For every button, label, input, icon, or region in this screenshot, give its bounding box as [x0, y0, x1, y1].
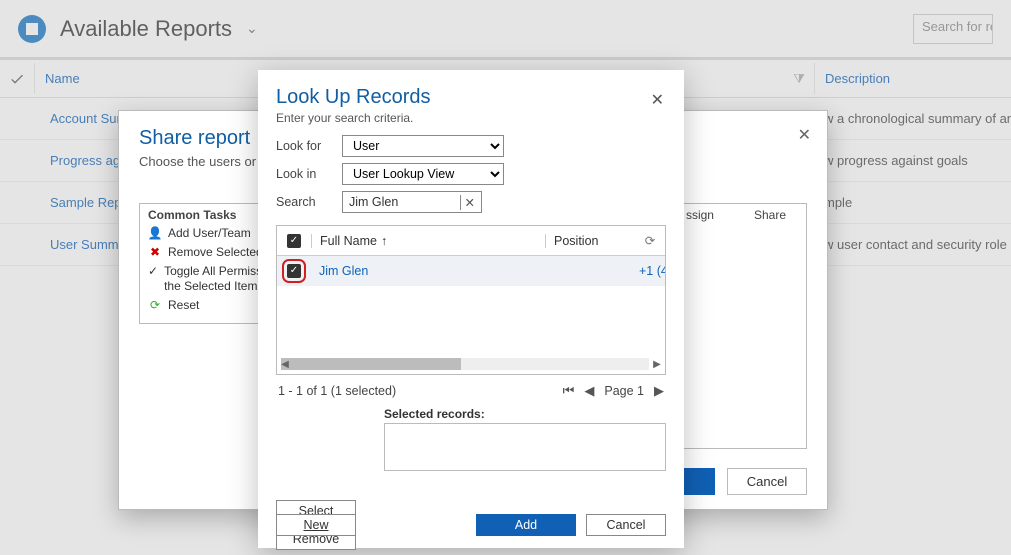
user-add-icon: 👤 [148, 226, 162, 241]
first-page-button[interactable]: ⏮ [563, 383, 575, 399]
remove-icon: ✖ [148, 245, 162, 260]
permissions-grid: ssign Share [679, 203, 807, 449]
sort-asc-icon: ↑ [381, 234, 387, 248]
scroll-left-icon[interactable]: ◀ [279, 358, 291, 370]
look-in-label: Look in [276, 167, 342, 181]
column-share: Share [754, 208, 786, 222]
search-input-value: Jim Glen [349, 195, 398, 209]
row-checkbox[interactable] [277, 264, 311, 278]
column-header-fullname[interactable]: Full Name ↑ [311, 234, 545, 248]
column-assign: ssign [686, 208, 714, 222]
horizontal-scrollbar[interactable]: ◀ ▶ [281, 358, 649, 370]
look-for-select[interactable]: User [342, 135, 504, 157]
search-input[interactable]: Jim Glen ✕ [342, 191, 482, 213]
close-icon[interactable]: ✕ [798, 125, 811, 145]
look-for-label: Look for [276, 139, 342, 153]
search-label: Search [276, 195, 342, 209]
pager: 1 - 1 of 1 (1 selected) ⏮ ◀ Page 1 ▶ [276, 375, 666, 407]
prev-page-button[interactable]: ◀ [584, 383, 594, 399]
selected-records-label: Selected records: [384, 407, 666, 421]
new-button[interactable]: New [276, 514, 356, 536]
next-page-button[interactable]: ▶ [654, 383, 664, 399]
scroll-thumb[interactable] [281, 358, 461, 370]
task-label: Add User/Team [168, 226, 251, 241]
add-button[interactable]: Add [476, 514, 576, 536]
result-phone: +1 (4 [635, 264, 665, 278]
lookup-title: Look Up Records [276, 86, 666, 109]
lookup-subtitle: Enter your search criteria. [276, 111, 666, 125]
select-all-checkbox[interactable] [277, 234, 311, 248]
reset-icon: ⟳ [148, 298, 162, 313]
cancel-button[interactable]: Cancel [727, 468, 807, 495]
results-grid: Full Name ↑ Position ⟳ Jim Glen +1 (4 ◀ … [276, 225, 666, 375]
page-label: Page 1 [604, 384, 644, 398]
selected-records-box[interactable] [384, 423, 666, 471]
result-row[interactable]: Jim Glen +1 (4 [277, 256, 665, 286]
clear-search-icon[interactable]: ✕ [460, 195, 475, 210]
check-icon: ✓ [148, 264, 158, 279]
result-name[interactable]: Jim Glen [311, 264, 545, 278]
column-header-position[interactable]: Position [545, 234, 635, 248]
cancel-button[interactable]: Cancel [586, 514, 666, 536]
close-icon[interactable]: ✕ [651, 90, 664, 110]
refresh-icon[interactable]: ⟳ [635, 233, 665, 248]
look-in-select[interactable]: User Lookup View [342, 163, 504, 185]
scroll-right-icon[interactable]: ▶ [651, 358, 663, 370]
column-label: Full Name [320, 234, 377, 248]
lookup-records-dialog: ✕ Look Up Records Enter your search crit… [258, 70, 684, 548]
task-label: Reset [168, 298, 199, 313]
pager-status: 1 - 1 of 1 (1 selected) [278, 384, 396, 398]
